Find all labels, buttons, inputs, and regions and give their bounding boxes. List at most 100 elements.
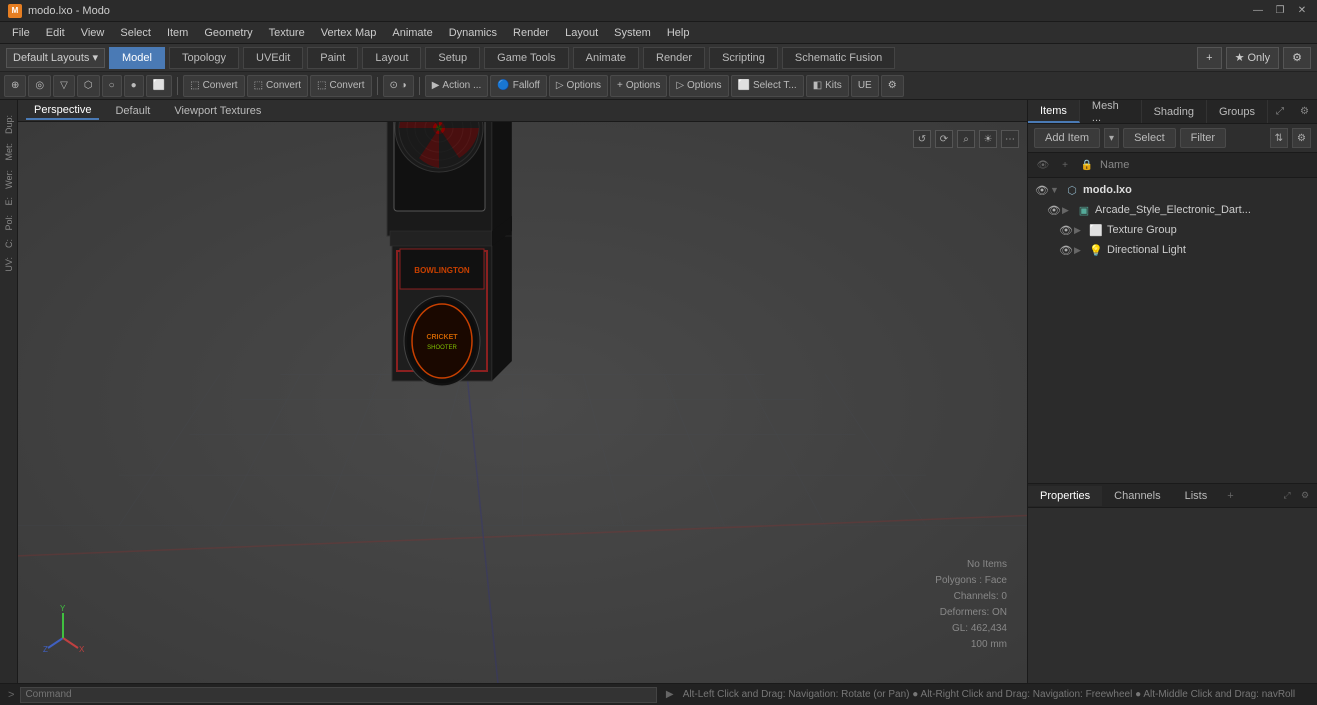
tab-model[interactable]: Model bbox=[109, 47, 165, 69]
menu-edit[interactable]: Edit bbox=[38, 22, 73, 44]
menu-select[interactable]: Select bbox=[112, 22, 159, 44]
menu-item[interactable]: Item bbox=[159, 22, 196, 44]
eye-icon-texture[interactable]: 👁 bbox=[1058, 222, 1074, 238]
tb-options-2[interactable]: + Options bbox=[610, 75, 667, 97]
tb-select[interactable]: ⬜ Select T... bbox=[731, 75, 804, 97]
vp-tab-textures[interactable]: Viewport Textures bbox=[166, 103, 269, 119]
vp-ctrl-refresh[interactable]: ⟳ bbox=[935, 130, 953, 148]
menu-vertex-map[interactable]: Vertex Map bbox=[313, 22, 385, 44]
tab-topology[interactable]: Topology bbox=[169, 47, 239, 69]
prop-tab-channels[interactable]: Channels bbox=[1102, 486, 1172, 506]
sidebar-tab-e[interactable]: E: bbox=[2, 193, 16, 210]
maximize-button[interactable]: ❐ bbox=[1273, 4, 1287, 18]
tab-render-layout[interactable]: Render bbox=[643, 47, 705, 69]
tab-setup[interactable]: Setup bbox=[425, 47, 480, 69]
command-input[interactable] bbox=[20, 687, 656, 703]
tb-mode-icons[interactable]: ⊙ ◑ bbox=[383, 75, 414, 97]
tb-falloff[interactable]: 🔵 Falloff bbox=[490, 75, 547, 97]
panel-expand-icon[interactable]: ⤢ bbox=[1268, 100, 1292, 123]
sidebar-tab-met[interactable]: Met: bbox=[2, 139, 16, 165]
menu-file[interactable]: File bbox=[4, 22, 38, 44]
tb-mode-7[interactable]: ⬜ bbox=[146, 75, 172, 97]
filter-button[interactable]: Filter bbox=[1180, 128, 1226, 148]
menu-animate[interactable]: Animate bbox=[384, 22, 440, 44]
tb-mode-6[interactable]: ● bbox=[124, 75, 144, 97]
menu-layout[interactable]: Layout bbox=[557, 22, 606, 44]
tb-options-1[interactable]: ▷ Options bbox=[549, 75, 608, 97]
expand-icon-scene[interactable]: ▼ bbox=[1050, 185, 1064, 195]
sidebar-tab-pol[interactable]: Pol: bbox=[2, 211, 16, 235]
tab-animate[interactable]: Animate bbox=[573, 47, 639, 69]
expand-icon-texture[interactable]: ▶ bbox=[1074, 225, 1088, 236]
panel-tab-mesh[interactable]: Mesh ... bbox=[1080, 100, 1142, 123]
sidebar-tab-1[interactable] bbox=[7, 102, 11, 110]
add-layout-button[interactable]: + bbox=[1197, 47, 1221, 69]
items-filter-icon[interactable]: ⚙ bbox=[1292, 128, 1311, 148]
minimize-button[interactable]: — bbox=[1251, 4, 1265, 18]
tab-paint[interactable]: Paint bbox=[307, 47, 358, 69]
tb-mode-3[interactable]: ▽ bbox=[53, 75, 75, 97]
panel-tab-groups[interactable]: Groups bbox=[1207, 100, 1268, 123]
tb-mode-2[interactable]: ◎ bbox=[28, 75, 51, 97]
eye-icon-scene[interactable]: 👁 bbox=[1034, 182, 1050, 198]
tb-mode-1[interactable]: ⊕ bbox=[4, 75, 26, 97]
tab-uvedit[interactable]: UVEdit bbox=[243, 47, 303, 69]
tb-action[interactable]: ▶ Action ... bbox=[425, 75, 489, 97]
vp-ctrl-zoom[interactable]: ⌕ bbox=[957, 130, 975, 148]
vp-tab-default[interactable]: Default bbox=[107, 103, 158, 119]
settings-button[interactable]: ⚙ bbox=[1283, 47, 1311, 69]
panel-tab-items[interactable]: Items bbox=[1028, 100, 1080, 123]
items-sort-icon[interactable]: ⇅ bbox=[1270, 128, 1288, 148]
tb-ue-icon[interactable]: UE bbox=[851, 75, 879, 97]
tb-options-3[interactable]: ▷ Options bbox=[669, 75, 728, 97]
eye-icon-mesh[interactable]: 👁 bbox=[1046, 202, 1062, 218]
items-list[interactable]: 👁 ▼ ⬡ modo.lxo 👁 ▶ ▣ Arcade_Style_Electr… bbox=[1028, 178, 1317, 483]
tb-settings-icon[interactable]: ⚙ bbox=[881, 75, 904, 97]
sidebar-tab-uv[interactable]: UV: bbox=[2, 253, 16, 276]
menu-help[interactable]: Help bbox=[659, 22, 698, 44]
cmd-submit-icon[interactable]: ▶ bbox=[663, 688, 677, 702]
sidebar-tab-wer[interactable]: Wer: bbox=[2, 166, 16, 193]
menu-geometry[interactable]: Geometry bbox=[196, 22, 260, 44]
tab-schematic[interactable]: Schematic Fusion bbox=[782, 47, 895, 69]
add-item-dropdown[interactable]: ▾ bbox=[1104, 128, 1119, 148]
vp-tab-perspective[interactable]: Perspective bbox=[26, 102, 99, 120]
panel-settings-icon[interactable]: ⚙ bbox=[1292, 100, 1317, 123]
eye-icon-light[interactable]: 👁 bbox=[1058, 242, 1074, 258]
vp-ctrl-more[interactable]: ⋯ bbox=[1001, 130, 1019, 148]
tree-item-light[interactable]: 👁 ▶ 💡 Directional Light bbox=[1028, 240, 1317, 260]
prop-tab-lists[interactable]: Lists bbox=[1173, 486, 1220, 506]
tree-item-scene[interactable]: 👁 ▼ ⬡ modo.lxo bbox=[1028, 180, 1317, 200]
vp-ctrl-rotate[interactable]: ↺ bbox=[913, 130, 931, 148]
only-button[interactable]: ★ Only bbox=[1226, 47, 1280, 69]
prop-settings-icon[interactable]: ⚙ bbox=[1297, 488, 1313, 504]
add-item-button[interactable]: Add Item bbox=[1034, 128, 1100, 148]
prop-tab-plus[interactable]: + bbox=[1219, 486, 1241, 506]
sidebar-tab-dup[interactable]: Dup: bbox=[2, 111, 16, 138]
tb-mode-5[interactable]: ○ bbox=[102, 75, 122, 97]
menu-texture[interactable]: Texture bbox=[261, 22, 313, 44]
menu-render[interactable]: Render bbox=[505, 22, 557, 44]
tab-game-tools[interactable]: Game Tools bbox=[484, 47, 569, 69]
prop-expand-icon[interactable]: ⤢ bbox=[1279, 488, 1295, 504]
vp-ctrl-light[interactable]: ☀ bbox=[979, 130, 997, 148]
menu-system[interactable]: System bbox=[606, 22, 659, 44]
menu-dynamics[interactable]: Dynamics bbox=[441, 22, 505, 44]
tree-item-texture[interactable]: 👁 ▶ ⬜ Texture Group bbox=[1028, 220, 1317, 240]
layout-dropdown[interactable]: Default Layouts ▾ bbox=[6, 48, 105, 68]
expand-icon-light[interactable]: ▶ bbox=[1074, 245, 1088, 256]
tb-convert-1[interactable]: ⬚ Convert bbox=[183, 75, 244, 97]
tab-layout[interactable]: Layout bbox=[362, 47, 421, 69]
tb-convert-2[interactable]: ⬚ Convert bbox=[247, 75, 308, 97]
sidebar-tab-c[interactable]: C: bbox=[2, 235, 16, 252]
panel-tab-shading[interactable]: Shading bbox=[1142, 100, 1207, 123]
tb-kits[interactable]: ◧ Kits bbox=[806, 75, 849, 97]
tree-item-mesh[interactable]: 👁 ▶ ▣ Arcade_Style_Electronic_Dart... bbox=[1028, 200, 1317, 220]
viewport-canvas[interactable]: CRICKET SHOOTER BOWLINGTON bbox=[18, 122, 1027, 683]
tb-convert-3[interactable]: ⬚ Convert bbox=[310, 75, 371, 97]
select-button[interactable]: Select bbox=[1123, 128, 1176, 148]
tab-scripting[interactable]: Scripting bbox=[709, 47, 778, 69]
expand-icon-mesh[interactable]: ▶ bbox=[1062, 205, 1076, 216]
close-button[interactable]: ✕ bbox=[1295, 4, 1309, 18]
tb-mode-4[interactable]: ⬡ bbox=[77, 75, 100, 97]
